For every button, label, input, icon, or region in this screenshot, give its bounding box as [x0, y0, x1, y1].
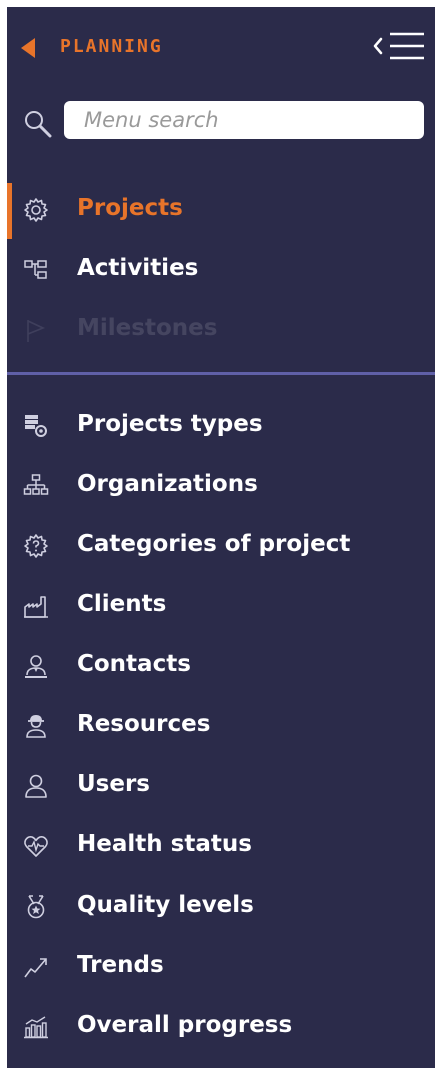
sidebar-header: PLANNING — [7, 7, 435, 92]
page-frame: PLANNING Projects — [0, 0, 436, 1075]
sidebar-item-label: Projects types — [77, 411, 263, 437]
sidebar-item-label: Categories of project — [77, 531, 351, 557]
sidebar-item-quality-levels[interactable]: Quality levels — [7, 880, 435, 936]
active-indicator — [7, 183, 12, 239]
module-title: PLANNING — [60, 36, 163, 57]
question-gear-icon — [24, 534, 48, 558]
contact-icon — [25, 655, 47, 678]
heart-pulse-icon — [24, 836, 48, 857]
worker-icon — [26, 715, 46, 738]
sidebar-item-resources[interactable]: Resources — [7, 699, 435, 755]
sidebar-item-label: Activities — [77, 255, 199, 281]
user-icon — [25, 774, 47, 798]
sidebar-item-label: Clients — [77, 591, 167, 617]
sidebar-item-projects[interactable]: Projects — [7, 183, 435, 239]
sidebar-item-organizations[interactable]: Organizations — [7, 459, 435, 515]
sidebar-item-categories-of-project[interactable]: Categories of project — [7, 519, 435, 575]
collapse-menu-icon — [373, 32, 424, 60]
bar-chart-icon — [24, 1016, 48, 1039]
collapse-menu-button[interactable] — [372, 27, 428, 67]
sidebar-item-label: Health status — [77, 831, 252, 857]
search-icon — [23, 109, 53, 143]
sidebar-item-trends[interactable]: Trends — [7, 940, 435, 996]
sidebar-item-label: Organizations — [77, 471, 258, 497]
sidebar-item-label: Users — [77, 771, 150, 797]
stack-gear-icon — [25, 415, 47, 437]
factory-icon — [24, 596, 48, 618]
sidebar-item-overall-progress[interactable]: Overall progress — [7, 1000, 435, 1056]
sidebar-item-label: Milestones — [77, 315, 218, 341]
menu-search-input[interactable] — [64, 101, 424, 139]
sidebar-item-label: Quality levels — [77, 892, 254, 918]
sidebar-item-label: Resources — [77, 711, 211, 737]
sidebar-item-label: Projects — [77, 195, 183, 221]
back-arrow-icon[interactable] — [21, 38, 35, 58]
sidebar-item-label: Contacts — [77, 651, 191, 677]
menu-divider — [7, 372, 435, 375]
sidebar-item-projects-types[interactable]: Projects types — [7, 399, 435, 455]
trend-icon — [24, 958, 47, 978]
hierarchy-icon — [24, 260, 47, 279]
sidebar-item-milestones[interactable]: Milestones — [7, 303, 435, 359]
sidebar-item-activities[interactable]: Activities — [7, 243, 435, 299]
gear-icon — [24, 198, 48, 222]
sidebar-item-contacts[interactable]: Contacts — [7, 639, 435, 695]
sidebar-item-clients[interactable]: Clients — [7, 579, 435, 635]
org-chart-icon — [23, 474, 49, 495]
sidebar-item-label: Overall progress — [77, 1012, 293, 1038]
sidebar-menu: PLANNING Projects — [7, 7, 435, 1068]
medal-icon — [27, 895, 45, 919]
sidebar-item-label: Trends — [77, 952, 164, 978]
sidebar-item-health-status[interactable]: Health status — [7, 819, 435, 875]
sidebar-item-users[interactable]: Users — [7, 759, 435, 815]
flag-icon — [27, 320, 46, 342]
